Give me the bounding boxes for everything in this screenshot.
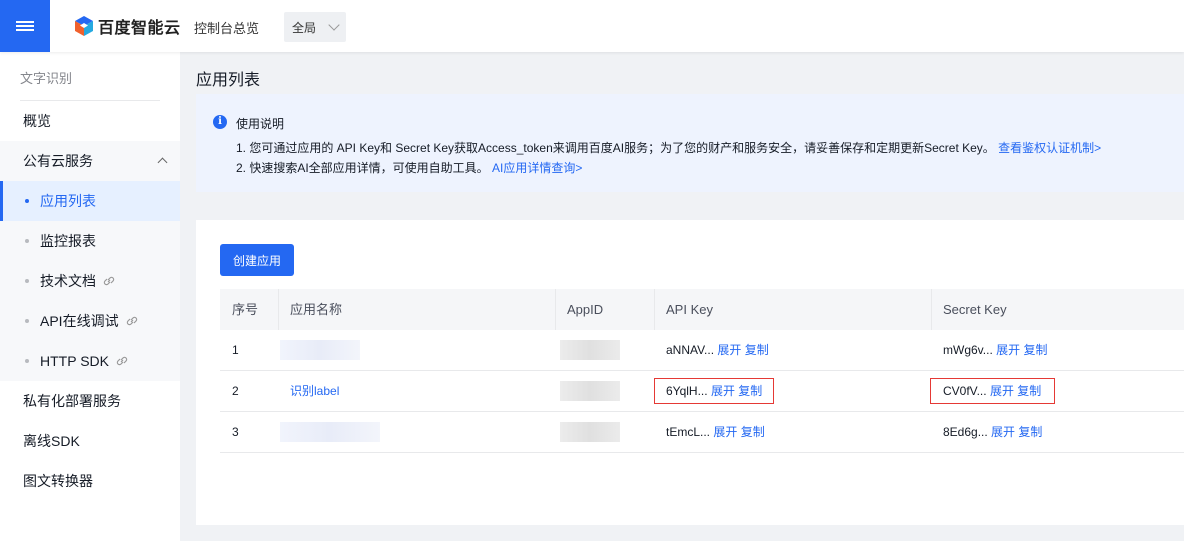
table-header: 序号 应用名称 AppID API Key Secret Key	[220, 289, 1184, 330]
blurred-appid	[560, 422, 620, 442]
app-name-cell: 识别label	[278, 371, 339, 412]
hamburger-icon	[16, 19, 34, 33]
row-index: 2	[232, 384, 239, 398]
secret-key-value: mWg6v...	[943, 343, 993, 357]
logo-text: 百度智能云	[98, 20, 181, 37]
notice-line-2: 2. 快速搜索AI全部应用详情，可使用自助工具。 AI应用详情查询>	[236, 159, 582, 176]
page-title: 应用列表	[196, 72, 261, 89]
ai-app-query-link[interactable]: AI应用详情查询>	[492, 161, 582, 175]
row-index: 3	[232, 425, 239, 439]
table-row: 3 tEmcL... 展开 复制 8Ed6g... 展开 复制	[220, 412, 1184, 453]
auth-mechanism-link[interactable]: 查看鉴权认证机制>	[998, 141, 1101, 155]
expand-secret-key-link[interactable]: 展开	[996, 343, 1020, 357]
expand-api-key-link[interactable]: 展开	[711, 384, 735, 398]
copy-secret-key-link[interactable]: 复制	[1017, 384, 1041, 398]
app-name-link[interactable]: 识别label	[290, 384, 339, 398]
chevron-down-icon	[328, 19, 340, 31]
secret-key-cell: mWg6v... 展开 复制	[931, 330, 1048, 371]
column-header-app-name: 应用名称	[290, 302, 343, 317]
notice-line-1-text: 1. 您可通过应用的 API Key和 Secret Key获取Access_t…	[236, 141, 995, 155]
bullet-icon	[25, 279, 29, 283]
sidebar-item-label: 监控报表	[40, 233, 96, 249]
table-row: 2 识别label 6YqlH... 展开 复制 CV0fV... 展开 复制	[220, 371, 1184, 412]
console-overview-link[interactable]: 控制台总览	[194, 18, 259, 37]
sidebar-item-app-list[interactable]: 应用列表	[0, 181, 180, 221]
copy-secret-key-link[interactable]: 复制	[1018, 425, 1042, 439]
usage-notice: i 使用说明 1. 您可通过应用的 API Key和 Secret Key获取A…	[196, 94, 1184, 192]
api-key-value: 6YqlH...	[666, 384, 708, 398]
bullet-icon	[25, 359, 29, 363]
sidebar-item-offline-sdk[interactable]: 离线SDK	[0, 421, 180, 461]
notice-heading: 使用说明	[236, 117, 285, 131]
api-key-value: tEmcL...	[666, 425, 711, 439]
column-header-appid: AppID	[567, 302, 604, 317]
copy-api-key-link[interactable]: 复制	[741, 425, 765, 439]
sidebar: 文字识别 概览 公有云服务 应用列表 监控报表 技术文档 API在线调试 HTT…	[0, 52, 180, 541]
baidu-cloud-logo-icon	[75, 16, 93, 36]
sidebar-item-label: 技术文档	[40, 273, 96, 289]
sidebar-item-label: 离线SDK	[23, 433, 80, 449]
sidebar-item-label: API在线调试	[40, 313, 119, 329]
external-link-icon	[116, 356, 128, 366]
chevron-up-icon	[157, 157, 168, 168]
column-header-index: 序号	[232, 302, 259, 317]
blurred-appid	[560, 381, 620, 401]
sidebar-item-overview[interactable]: 概览	[0, 101, 180, 141]
secret-key-cell: 8Ed6g... 展开 复制	[931, 412, 1042, 453]
sidebar-item-monitoring[interactable]: 监控报表	[0, 221, 180, 261]
api-key-cell: aNNAV... 展开 复制	[654, 330, 769, 371]
notice-line-2-text: 2. 快速搜索AI全部应用详情，可使用自助工具。	[236, 161, 489, 175]
secret-key-cell: CV0fV... 展开 复制	[931, 371, 1041, 412]
sidebar-item-tech-docs[interactable]: 技术文档	[0, 261, 180, 301]
sidebar-item-label: HTTP SDK	[40, 353, 109, 369]
info-icon: i	[213, 115, 227, 129]
external-link-icon	[103, 276, 115, 286]
top-bar: 百度智能云 控制台总览 全局	[0, 0, 1184, 52]
menu-button[interactable]	[0, 0, 50, 52]
copy-secret-key-link[interactable]: 复制	[1023, 343, 1047, 357]
sidebar-item-label: 应用列表	[40, 193, 96, 209]
secret-key-value: CV0fV...	[943, 384, 987, 398]
region-select-value: 全局	[292, 20, 317, 35]
sidebar-item-label: 公有云服务	[23, 153, 93, 169]
copy-api-key-link[interactable]: 复制	[745, 343, 769, 357]
copy-api-key-link[interactable]: 复制	[738, 384, 762, 398]
bullet-icon	[25, 239, 29, 243]
notice-line-1: 1. 您可通过应用的 API Key和 Secret Key获取Access_t…	[236, 139, 1101, 156]
logo[interactable]: 百度智能云	[74, 14, 181, 38]
sidebar-title: 文字识别	[20, 71, 73, 86]
sidebar-item-label: 概览	[23, 113, 51, 129]
external-link-icon	[126, 316, 137, 326]
bullet-icon	[25, 319, 29, 323]
blurred-app-name	[280, 422, 380, 442]
column-header-secret-key: Secret Key	[943, 302, 1007, 317]
api-key-cell: 6YqlH... 展开 复制	[654, 371, 762, 412]
region-select[interactable]: 全局	[284, 12, 346, 42]
sidebar-item-label: 私有化部署服务	[23, 393, 121, 409]
bullet-icon	[25, 199, 29, 203]
sidebar-item-image-text-converter[interactable]: 图文转换器	[0, 461, 180, 501]
expand-api-key-link[interactable]: 展开	[713, 425, 737, 439]
sidebar-item-private-deploy[interactable]: 私有化部署服务	[0, 381, 180, 421]
sidebar-group-public-cloud[interactable]: 公有云服务	[0, 141, 180, 181]
api-key-value: aNNAV...	[666, 343, 715, 357]
sidebar-item-api-debug[interactable]: API在线调试	[0, 301, 180, 341]
app-table: 序号 应用名称 AppID API Key Secret Key 1 aNNAV…	[220, 289, 1184, 453]
blurred-app-name	[280, 340, 360, 360]
secret-key-value: 8Ed6g...	[943, 425, 988, 439]
blurred-appid	[560, 340, 620, 360]
expand-secret-key-link[interactable]: 展开	[991, 425, 1015, 439]
app-list-card: 创建应用 序号 应用名称 AppID API Key Secret Key 1 …	[196, 220, 1184, 525]
column-header-api-key: API Key	[666, 302, 713, 317]
row-index: 1	[232, 343, 239, 357]
sidebar-item-http-sdk[interactable]: HTTP SDK	[0, 341, 180, 381]
table-row: 1 aNNAV... 展开 复制 mWg6v... 展开 复制	[220, 330, 1184, 371]
expand-api-key-link[interactable]: 展开	[717, 343, 741, 357]
create-app-button[interactable]: 创建应用	[220, 244, 294, 276]
sidebar-item-label: 图文转换器	[23, 473, 93, 489]
api-key-cell: tEmcL... 展开 复制	[654, 412, 765, 453]
expand-secret-key-link[interactable]: 展开	[990, 384, 1014, 398]
